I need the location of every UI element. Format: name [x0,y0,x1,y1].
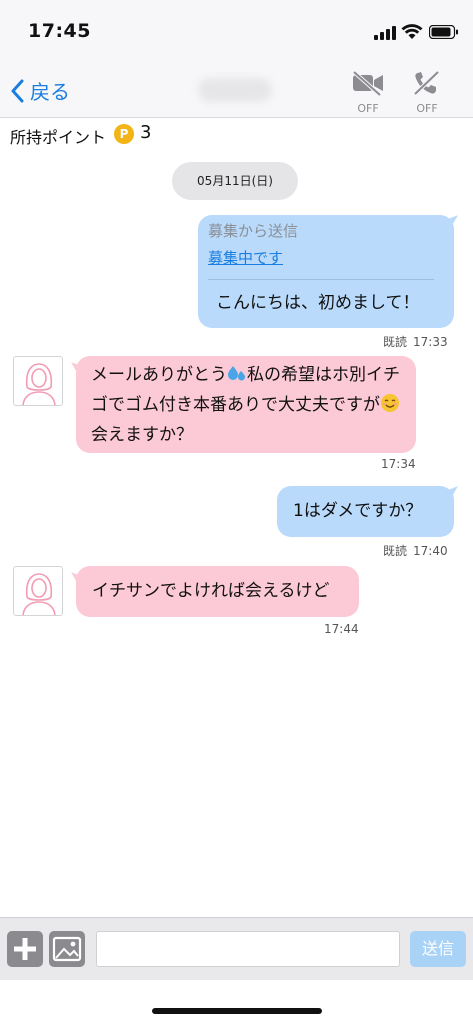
message-source-label: 募集から送信 [208,222,299,240]
recruitment-link[interactable]: 募集中です [208,246,283,270]
status-time: 17:45 [28,20,91,42]
bottom-safe-area [0,980,473,1024]
voice-call-toggle[interactable]: OFF [405,70,449,115]
outgoing-message-bubble: 募集から送信 募集中です こんにちは、初めまして！ [198,215,454,328]
phone-off-icon [413,70,440,96]
date-separator: 05月11日(日) [172,162,298,200]
message-input[interactable] [96,931,400,967]
message-text-part: 会えますか？ [91,425,193,445]
bubble-divider [208,279,434,280]
message-time: 17:33 [413,335,448,349]
status-bar: 17:45 [0,0,473,62]
video-status: OFF [357,102,379,115]
chevron-left-icon [11,79,24,102]
blurred-username [198,78,272,102]
smiling-face-emoji-icon [381,394,399,412]
message-meta: 17:44 [324,622,359,636]
points-label: 所持ポイント [10,128,107,147]
plus-icon [14,938,36,960]
back-label: 戻る [30,80,70,104]
message-time: 17:34 [381,457,416,471]
back-button[interactable]: 戻る [10,76,70,105]
incoming-message-bubble: イチサンでよければ会えるけど [76,566,359,617]
partner-avatar[interactable] [13,566,63,616]
cellular-signal-icon [374,26,396,40]
message-meta: 17:34 [381,457,416,471]
battery-icon [429,25,458,39]
message-text: イチサンでよければ会えるけど [92,581,330,601]
attach-image-button[interactable] [49,931,85,967]
message-meta: 既読 17:33 [383,333,448,350]
video-call-toggle[interactable]: OFF [346,70,390,115]
message-text-part: メールありがとう [91,365,227,385]
add-attachment-button[interactable] [7,931,43,967]
points-value: 3 [140,122,152,143]
call-status: OFF [416,102,438,115]
message-text: 1はダメですか？ [293,501,423,521]
outgoing-message-bubble: 1はダメですか？ [277,486,454,537]
female-avatar-icon [22,573,56,615]
read-receipt: 既読 [383,335,408,349]
wifi-icon [401,24,423,39]
message-meta: 既読 17:40 [383,542,448,559]
incoming-message-bubble: メールありがとう 私の希望はホ別イチゴでゴム付き本番ありで大丈夫ですが 会えます… [76,356,416,453]
read-receipt: 既読 [383,544,408,558]
nav-bar: 戻る OFF OFF [0,62,473,118]
female-avatar-icon [22,363,56,405]
image-icon [52,936,82,962]
sweat-droplets-emoji-icon [228,366,245,381]
message-text: こんにちは、初めまして！ [216,293,420,313]
video-off-icon [352,70,383,97]
home-indicator[interactable] [152,1008,322,1014]
send-button[interactable]: 送信 [410,931,466,967]
point-coin-icon: P [114,124,134,144]
partner-avatar[interactable] [13,356,63,406]
message-composer: 送信 [0,917,473,980]
message-time: 17:40 [413,544,448,558]
message-time: 17:44 [324,622,359,636]
points-bar: 所持ポイント P 3 [0,118,473,150]
